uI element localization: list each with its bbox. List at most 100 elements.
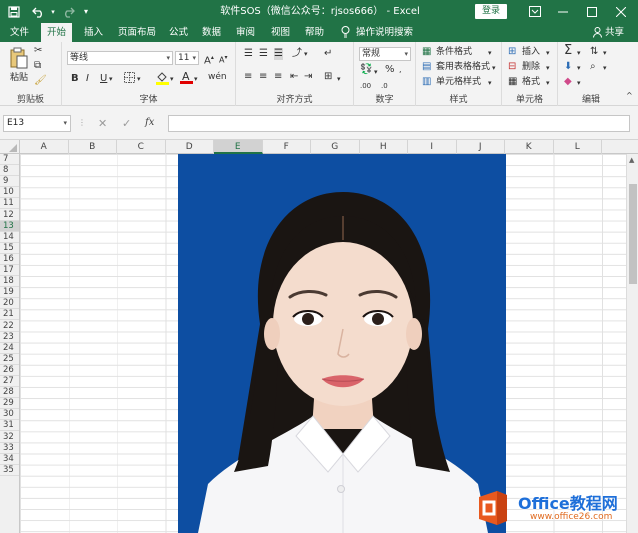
row-header-13[interactable]: 13 [0, 220, 19, 232]
insert-function-button[interactable]: fx [145, 117, 154, 128]
orientation-dropdown-icon[interactable]: ▾ [304, 48, 308, 60]
find-select-icon[interactable]: ⌕ [590, 61, 596, 73]
row-header-23[interactable]: 23 [0, 332, 19, 343]
formula-bar-grip-icon[interactable]: ⋮ [78, 118, 86, 127]
align-middle-icon[interactable]: ☰ [259, 48, 268, 60]
row-header-35[interactable]: 35 [0, 465, 19, 476]
fill-icon[interactable]: ⬇ [564, 61, 572, 73]
row-header-12[interactable]: 12 [0, 210, 19, 221]
scroll-thumb[interactable] [629, 184, 637, 284]
column-header-c[interactable]: C [117, 140, 166, 154]
shrink-font-icon[interactable]: A▾ [219, 52, 228, 67]
clear-dropdown-icon[interactable]: ▾ [577, 77, 581, 89]
row-header-28[interactable]: 28 [0, 387, 19, 399]
undo-icon[interactable] [29, 0, 49, 23]
tab-formulas[interactable]: 公式 [169, 23, 188, 42]
ribbon-display-icon[interactable] [524, 0, 546, 23]
column-header-j[interactable]: J [457, 140, 505, 154]
row-header-10[interactable]: 10 [0, 187, 19, 199]
column-header-g[interactable]: G [311, 140, 360, 154]
customize-icon[interactable]: ▾ [80, 0, 92, 23]
cancel-icon[interactable]: ✕ [98, 117, 107, 130]
row-header-8[interactable]: 8 [0, 165, 19, 177]
close-icon[interactable] [610, 0, 632, 23]
collapse-ribbon-icon[interactable]: ^ [626, 90, 633, 102]
format-table-dropdown-icon[interactable]: ▾ [492, 62, 496, 74]
formula-input[interactable] [168, 115, 630, 132]
format-as-table-button[interactable]: 套用表格格式 [436, 61, 490, 73]
comma-style-icon[interactable]: , [399, 64, 402, 76]
font-color-icon[interactable]: A [180, 70, 193, 88]
row-header-34[interactable]: 34 [0, 454, 19, 465]
font-color-dropdown-icon[interactable]: ▾ [194, 73, 198, 85]
align-center-icon[interactable]: ≡ [259, 71, 267, 83]
orientation-icon[interactable]: ⤴ [292, 48, 302, 60]
enter-icon[interactable]: ✓ [122, 117, 131, 130]
row-header-14[interactable]: 14 [0, 232, 19, 243]
increase-decimal-icon[interactable]: .00 [360, 80, 371, 92]
name-box-dropdown-icon[interactable]: ▾ [63, 116, 67, 131]
insert-dropdown-icon[interactable]: ▾ [546, 47, 550, 59]
column-header-i[interactable]: I [408, 140, 457, 154]
row-header-7[interactable]: 7 [0, 154, 19, 165]
align-right-icon[interactable]: ≡ [274, 71, 282, 83]
row-header-26[interactable]: 26 [0, 365, 19, 376]
format-dropdown-icon[interactable]: ▾ [546, 77, 550, 89]
minimize-icon[interactable] [552, 0, 574, 23]
align-top-icon[interactable]: ☰ [244, 48, 253, 60]
align-bottom-icon[interactable]: ☰ [274, 48, 283, 60]
cell-styles-button[interactable]: 单元格样式 [436, 76, 481, 88]
copy-icon[interactable]: ⧉ [34, 60, 41, 72]
autosum-icon[interactable]: Σ [564, 44, 572, 57]
row-header-27[interactable]: 27 [0, 376, 19, 387]
tab-help[interactable]: 帮助 [305, 23, 324, 42]
scroll-up-icon[interactable]: ▲ [629, 156, 634, 164]
row-header-31[interactable]: 31 [0, 420, 19, 432]
phonetic-icon[interactable]: wén [208, 71, 227, 83]
currency-icon[interactable]: 💱 [360, 64, 372, 76]
currency-dropdown-icon[interactable]: ▾ [374, 66, 378, 78]
tab-review[interactable]: 审阅 [236, 23, 255, 42]
select-all-corner[interactable] [0, 140, 20, 154]
tab-home[interactable]: 开始 [41, 23, 73, 42]
border-dropdown-icon[interactable]: ▾ [137, 73, 141, 85]
sort-filter-icon[interactable]: ⇅ [590, 46, 598, 58]
row-header-16[interactable]: 16 [0, 254, 19, 265]
row-header-25[interactable]: 25 [0, 354, 19, 365]
bold-button[interactable]: B [71, 73, 79, 85]
sort-filter-dropdown-icon[interactable]: ▾ [603, 47, 607, 59]
wrap-text-icon[interactable]: ↵ [324, 48, 332, 60]
delete-button[interactable]: 删除 [522, 61, 540, 73]
format-button[interactable]: 格式 [522, 76, 540, 88]
cell-styles-dropdown-icon[interactable]: ▾ [488, 77, 492, 89]
tab-file[interactable]: 文件 [10, 23, 29, 42]
tab-view[interactable]: 视图 [271, 23, 290, 42]
row-header-17[interactable]: 17 [0, 265, 19, 276]
login-button[interactable]: 登录 [475, 4, 507, 19]
maximize-icon[interactable] [581, 0, 603, 23]
grow-font-icon[interactable]: A▴ [204, 52, 214, 67]
decrease-indent-icon[interactable]: ⇤ [290, 71, 298, 83]
row-header-9[interactable]: 9 [0, 176, 19, 188]
insert-button[interactable]: 插入 [522, 46, 540, 58]
column-header-a[interactable]: A [20, 140, 69, 154]
decrease-decimal-icon[interactable]: .0 [381, 80, 388, 92]
row-header-19[interactable]: 19 [0, 287, 19, 299]
redo-icon[interactable] [58, 0, 78, 23]
row-header-32[interactable]: 32 [0, 432, 19, 443]
number-format-select[interactable]: 常规 ▾ [359, 47, 411, 61]
column-header-e[interactable]: E [214, 140, 263, 154]
font-size-select[interactable]: 11 ▾ [175, 51, 199, 65]
row-header-24[interactable]: 24 [0, 343, 19, 354]
underline-dropdown-icon[interactable]: ▾ [109, 73, 113, 85]
row-header-11[interactable]: 11 [0, 198, 19, 210]
merge-center-icon[interactable]: ⊞ [324, 71, 332, 83]
paste-icon[interactable] [9, 47, 29, 69]
column-header-f[interactable]: F [263, 140, 311, 154]
find-select-dropdown-icon[interactable]: ▾ [603, 62, 607, 74]
tab-insert[interactable]: 插入 [84, 23, 103, 42]
format-painter-icon[interactable]: 🖌 [34, 75, 47, 87]
align-left-icon[interactable]: ≡ [244, 71, 252, 83]
increase-indent-icon[interactable]: ⇥ [304, 71, 312, 83]
undo-dropdown-icon[interactable]: ▾ [49, 0, 57, 23]
